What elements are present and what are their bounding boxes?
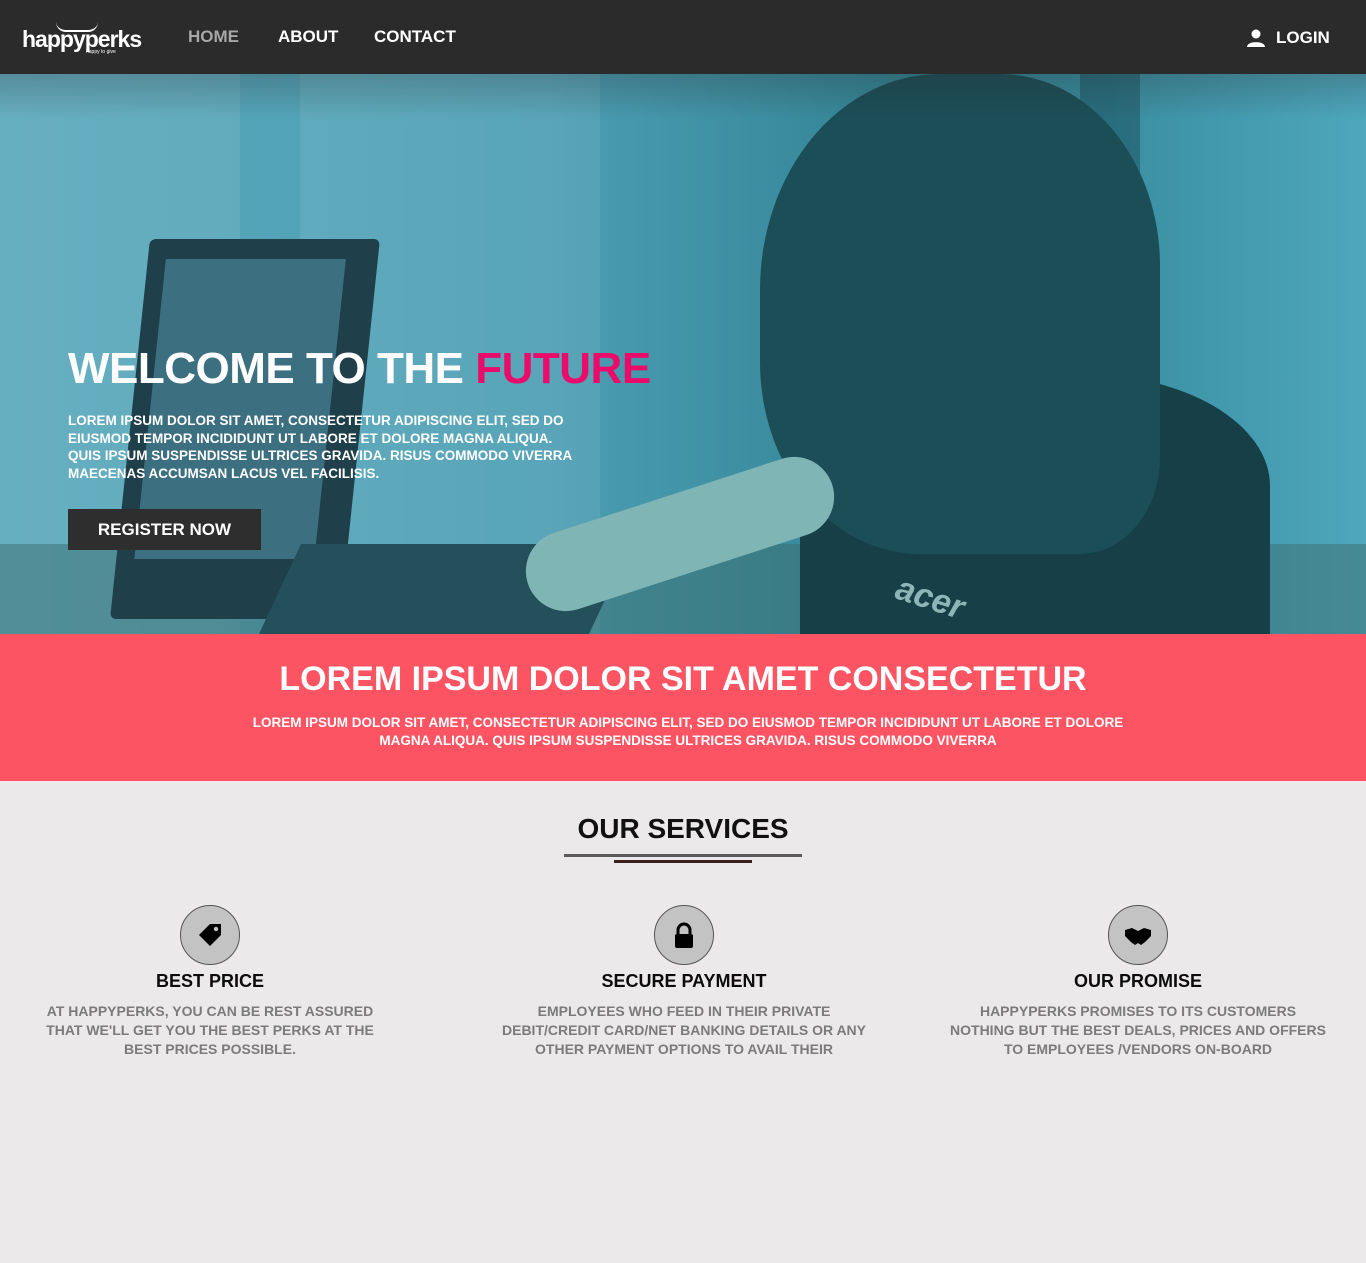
service-title: BEST PRICE [155, 971, 265, 991]
nav-contact[interactable]: CONTACT [374, 27, 456, 47]
service-text: HAPPYPERKS PROMISES TO ITS CUSTOMERS NOT… [950, 1003, 1326, 1057]
services-divider-accent [614, 860, 752, 863]
services-title: OUR SERVICES [577, 813, 789, 844]
banner-text: LOREM IPSUM DOLOR SIT AMET, CONSECTETUR … [252, 715, 1124, 748]
hero-title-main: WELCOME TO THE [68, 344, 476, 393]
service-best-price: BEST PRICE AT HAPPYPERKS, YOU CAN BE RES… [30, 905, 390, 1059]
logo-text: happyperks [22, 26, 142, 52]
nav-about[interactable]: ABOUT [278, 27, 338, 47]
lock-icon [675, 922, 693, 948]
service-title: OUR PROMISE [1073, 971, 1202, 991]
service-secure-payment: SECURE PAYMENT EMPLOYEES WHO FEED IN THE… [488, 905, 880, 1059]
service-our-promise: OUR PROMISE HAPPYPERKS PROMISES TO ITS C… [946, 905, 1330, 1059]
service-icon-circle [1108, 905, 1168, 965]
hero-title: WELCOME TO THE FUTURE [68, 344, 651, 394]
login-label: LOGIN [1276, 28, 1330, 47]
service-icon-circle [654, 905, 714, 965]
handshake-icon [1125, 928, 1151, 945]
register-now-button[interactable]: REGISTER NOW [68, 509, 261, 550]
hero-title-accent: FUTURE [475, 344, 651, 393]
service-text: EMPLOYEES WHO FEED IN THEIR PRIVATE DEBI… [502, 1003, 866, 1057]
service-text: AT HAPPYPERKS, YOU CAN BE REST ASSURED T… [46, 1003, 374, 1057]
top-navigation-bar: happyperks happy to give HOME ABOUT CONT… [0, 0, 1366, 74]
service-icon-circle [180, 905, 240, 965]
user-icon [1247, 29, 1265, 47]
login-button[interactable]: LOGIN [1246, 26, 1330, 50]
banner-title: LOREM IPSUM DOLOR SIT AMET CONSECTETUR [279, 660, 1087, 698]
price-tag-icon [199, 924, 221, 946]
hero-section: acer WELCOME TO THE FUTURE LOREM IPSUM D… [0, 74, 1366, 634]
logo-tagline: happy to give [86, 49, 116, 55]
nav-home[interactable]: HOME [188, 27, 239, 47]
happyperks-logo[interactable]: happyperks happy to give [22, 20, 142, 55]
service-title: SECURE PAYMENT [601, 971, 767, 991]
hero-description: LOREM IPSUM DOLOR SIT AMET, CONSECTETUR … [68, 413, 572, 481]
promo-banner: LOREM IPSUM DOLOR SIT AMET CONSECTETUR L… [0, 634, 1366, 781]
services-divider [564, 854, 802, 857]
